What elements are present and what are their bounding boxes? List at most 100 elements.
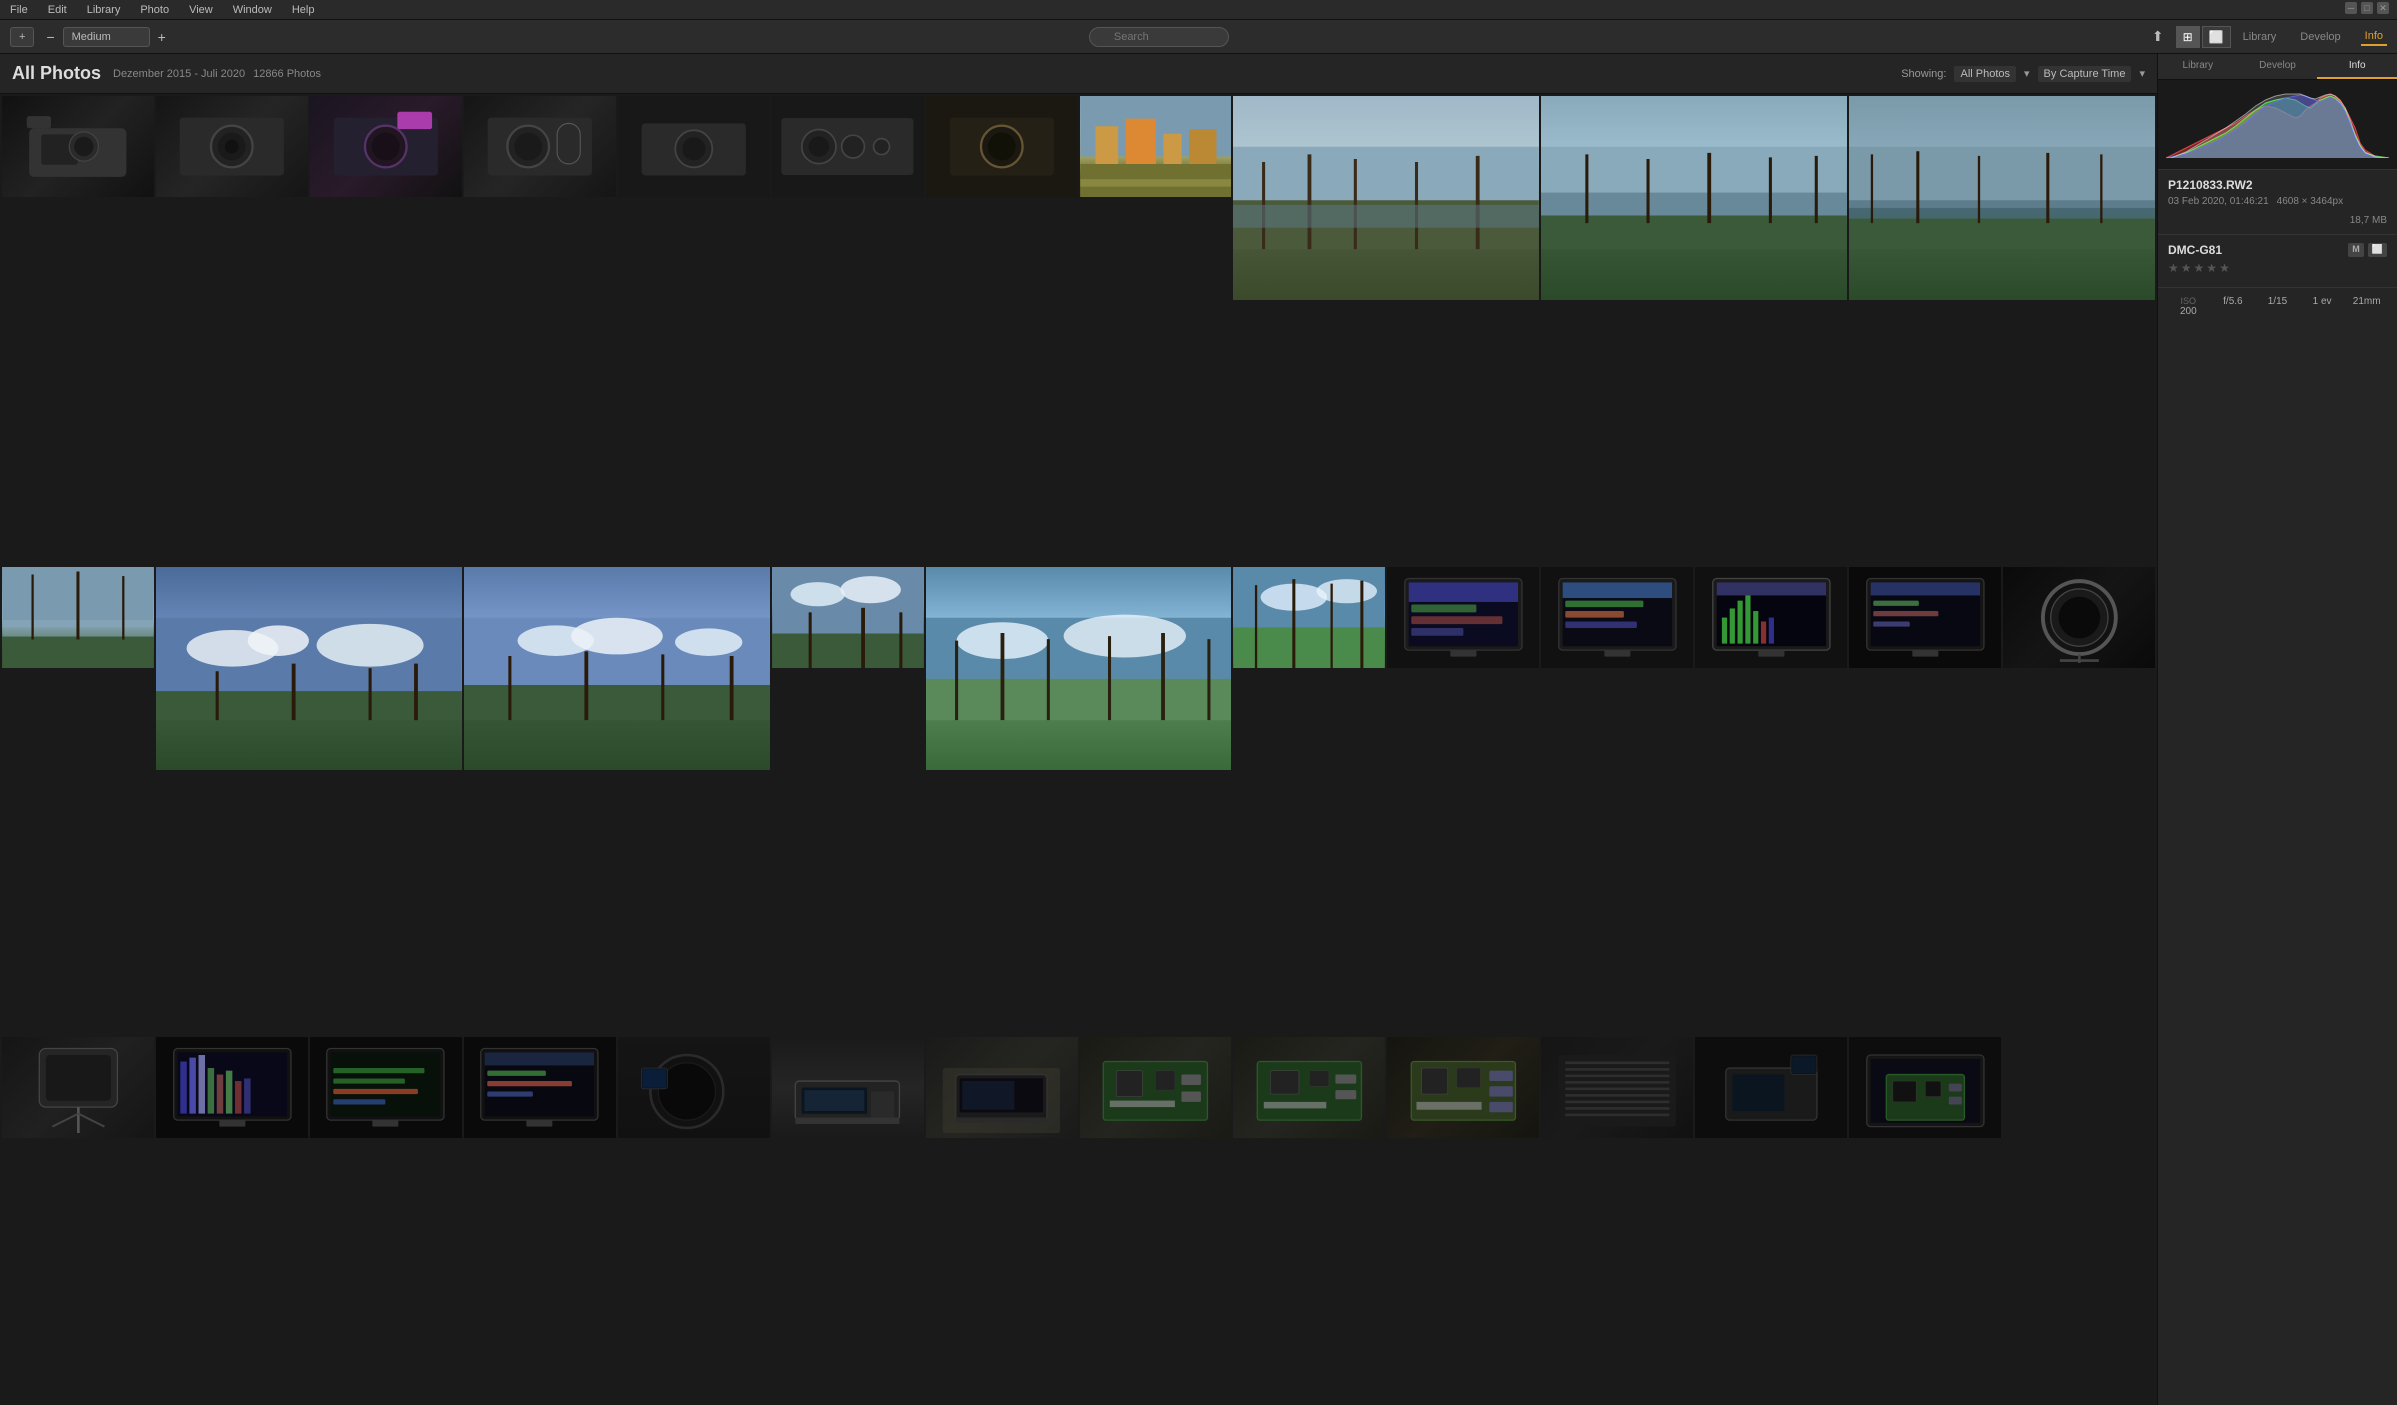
rating-stars: ★ ★ ★ ★ ★ bbox=[2168, 261, 2387, 275]
camera-badge-2: ⬜ bbox=[2368, 243, 2387, 257]
main-content: All Photos Dezember 2015 - Juli 2020 128… bbox=[0, 54, 2397, 1405]
table-row[interactable] bbox=[926, 96, 1078, 197]
showing-label: Showing: bbox=[1901, 68, 1946, 80]
table-row[interactable] bbox=[310, 96, 462, 197]
table-row[interactable] bbox=[1541, 1037, 1693, 1138]
module-tabs: Library Develop Info bbox=[2239, 28, 2387, 46]
exif-iso: ISO 200 bbox=[2168, 296, 2209, 317]
view-toggle: ⊞ ⬜ bbox=[2176, 26, 2231, 48]
table-row[interactable] bbox=[618, 96, 770, 197]
showing-all-photos[interactable]: All Photos bbox=[1954, 66, 2016, 82]
close-button[interactable]: ✕ bbox=[2377, 2, 2389, 14]
table-row[interactable] bbox=[1387, 567, 1539, 668]
panel-tabs: Library Develop Info bbox=[2158, 54, 2397, 80]
table-row[interactable] bbox=[1233, 567, 1385, 668]
plus-icon: + bbox=[19, 31, 25, 43]
tab-develop[interactable]: Develop bbox=[2238, 54, 2318, 79]
table-row[interactable] bbox=[772, 96, 924, 197]
zoom-out-button[interactable]: − bbox=[42, 27, 58, 47]
table-row[interactable] bbox=[1695, 567, 1847, 668]
exif-aperture-value: f/5.6 bbox=[2223, 296, 2242, 307]
tab-info[interactable]: Info bbox=[2317, 54, 2397, 79]
minimize-button[interactable]: ─ bbox=[2345, 2, 2357, 14]
star-2[interactable]: ★ bbox=[2181, 261, 2192, 275]
maximize-button[interactable]: □ bbox=[2361, 2, 2373, 14]
photo-grid bbox=[0, 94, 2157, 1405]
tab-library[interactable]: Library bbox=[2158, 54, 2238, 79]
table-row[interactable] bbox=[464, 567, 770, 771]
table-row[interactable] bbox=[772, 567, 924, 668]
star-5[interactable]: ★ bbox=[2219, 261, 2230, 275]
toolbar-center: − Medium Small Large Extra Large + bbox=[42, 27, 169, 47]
menu-help[interactable]: Help bbox=[290, 4, 317, 16]
table-row[interactable] bbox=[464, 1037, 616, 1138]
table-row[interactable] bbox=[926, 1037, 1078, 1138]
exif-grid: ISO 200 f/5.6 1/15 1 ev 21mm bbox=[2158, 288, 2397, 325]
table-row[interactable] bbox=[2003, 567, 2155, 668]
table-row[interactable] bbox=[2, 1037, 154, 1138]
file-info: P1210833.RW2 03 Feb 2020, 01:46:21 4608 … bbox=[2158, 170, 2397, 235]
table-row[interactable] bbox=[772, 1037, 924, 1138]
file-date: 03 Feb 2020, 01:46:21 bbox=[2168, 196, 2269, 207]
menu-photo[interactable]: Photo bbox=[138, 4, 171, 16]
table-row[interactable] bbox=[1695, 1037, 1847, 1138]
table-row[interactable] bbox=[2, 567, 154, 668]
exif-shutter: 1/15 bbox=[2257, 296, 2298, 317]
tab-info[interactable]: Info bbox=[2361, 28, 2387, 46]
table-row[interactable] bbox=[618, 1037, 770, 1138]
table-row[interactable] bbox=[1849, 567, 2001, 668]
search-wrapper: 🔍 bbox=[1089, 27, 1229, 47]
sort-label-spacer: ▾ bbox=[2024, 67, 2030, 80]
exif-iso-value: 200 bbox=[2180, 306, 2197, 317]
table-row[interactable] bbox=[156, 567, 462, 771]
upload-icon[interactable]: ⬆ bbox=[2148, 26, 2168, 47]
tab-library[interactable]: Library bbox=[2239, 29, 2281, 45]
loupe-view-button[interactable]: ⬜ bbox=[2202, 26, 2231, 48]
window-controls: ─ □ ✕ bbox=[2345, 2, 2389, 14]
search-input[interactable] bbox=[1089, 27, 1229, 47]
grid-showing: Showing: All Photos ▾ By Capture Time ▾ bbox=[1901, 66, 2145, 82]
star-3[interactable]: ★ bbox=[2194, 261, 2205, 275]
star-1[interactable]: ★ bbox=[2168, 261, 2179, 275]
camera-model-name: DMC-G81 bbox=[2168, 243, 2222, 257]
table-row[interactable] bbox=[156, 1037, 308, 1138]
menu-edit[interactable]: Edit bbox=[46, 4, 69, 16]
add-button[interactable]: + bbox=[10, 27, 34, 47]
table-row[interactable] bbox=[1849, 1037, 2001, 1138]
right-panel: Library Develop Info P1210833.RW2 03 Feb bbox=[2157, 54, 2397, 1405]
exif-iso-label: ISO bbox=[2168, 296, 2209, 306]
exif-shutter-value: 1/15 bbox=[2268, 296, 2287, 307]
exif-ev: 1 ev bbox=[2302, 296, 2343, 317]
zoom-in-button[interactable]: + bbox=[154, 27, 170, 47]
table-row[interactable] bbox=[1233, 96, 1539, 300]
menu-window[interactable]: Window bbox=[231, 4, 274, 16]
star-4[interactable]: ★ bbox=[2206, 261, 2217, 275]
menu-view[interactable]: View bbox=[187, 4, 215, 16]
histogram-chart bbox=[2166, 88, 2389, 158]
table-row[interactable] bbox=[2, 96, 154, 197]
file-size: 18,7 MB bbox=[2350, 215, 2387, 226]
table-row[interactable] bbox=[926, 567, 1232, 771]
table-row[interactable] bbox=[1233, 1037, 1385, 1138]
table-row[interactable] bbox=[1080, 96, 1232, 197]
exif-ev-value: 1 ev bbox=[2313, 296, 2332, 307]
sort-chevron: ▾ bbox=[2139, 67, 2145, 80]
menu-library[interactable]: Library bbox=[85, 4, 123, 16]
table-row[interactable] bbox=[1541, 96, 1847, 300]
tab-develop[interactable]: Develop bbox=[2296, 29, 2344, 45]
menu-file[interactable]: File bbox=[8, 4, 30, 16]
grid-header: All Photos Dezember 2015 - Juli 2020 128… bbox=[0, 54, 2157, 94]
grid-view-button[interactable]: ⊞ bbox=[2176, 26, 2200, 48]
table-row[interactable] bbox=[1080, 1037, 1232, 1138]
table-row[interactable] bbox=[464, 96, 616, 197]
table-row[interactable] bbox=[310, 1037, 462, 1138]
file-meta: 03 Feb 2020, 01:46:21 4608 × 3464px 18,7… bbox=[2168, 196, 2387, 226]
camera-badge-m: M bbox=[2348, 243, 2364, 257]
table-row[interactable] bbox=[1849, 96, 2155, 300]
sort-value[interactable]: By Capture Time bbox=[2038, 66, 2132, 82]
toolbar: + − Medium Small Large Extra Large + 🔍 ⬆… bbox=[0, 20, 2397, 54]
table-row[interactable] bbox=[1541, 567, 1693, 668]
table-row[interactable] bbox=[156, 96, 308, 197]
size-selector[interactable]: Medium Small Large Extra Large bbox=[63, 27, 150, 47]
table-row[interactable] bbox=[1387, 1037, 1539, 1138]
